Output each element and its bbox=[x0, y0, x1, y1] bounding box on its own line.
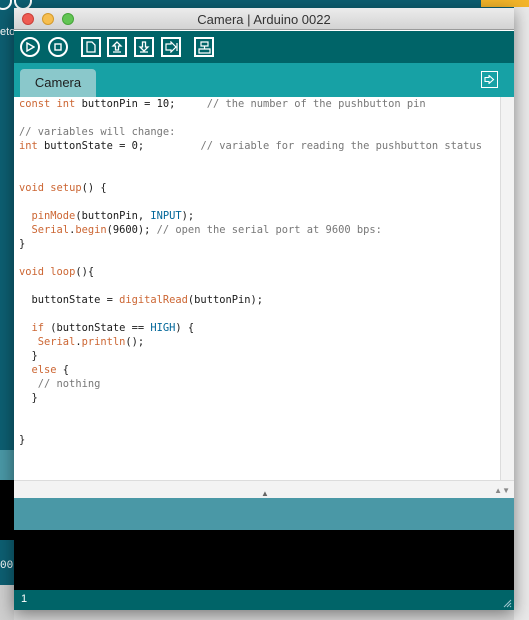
resize-grip-icon[interactable] bbox=[502, 598, 512, 608]
title-bar[interactable]: Camera | Arduino 0022 bbox=[14, 8, 514, 30]
background-status-strip bbox=[0, 450, 14, 480]
code-line: void setup() { bbox=[19, 182, 107, 194]
code-line: Serial.println(); bbox=[37, 336, 145, 348]
vertical-scrollbar[interactable] bbox=[500, 97, 514, 480]
open-upload-icon bbox=[111, 41, 123, 53]
line-number: 1 bbox=[21, 593, 28, 605]
code-line: else { bbox=[31, 364, 70, 376]
code-line: // nothing bbox=[37, 378, 101, 390]
background-grey-strip bbox=[0, 585, 14, 620]
open-button[interactable] bbox=[107, 37, 127, 57]
background-yellow-button bbox=[481, 0, 529, 7]
code-line: } bbox=[19, 238, 26, 250]
stop-button[interactable] bbox=[48, 37, 68, 57]
code-line: } bbox=[19, 350, 38, 362]
code-line: if (buttonState == HIGH) { bbox=[31, 322, 195, 334]
code-line: // variables will change: bbox=[19, 126, 176, 138]
new-button[interactable] bbox=[81, 37, 101, 57]
code-line: pinMode(buttonPin, INPUT); bbox=[31, 210, 195, 222]
code-line: const int buttonPin = 10; // the number … bbox=[19, 98, 426, 110]
status-bar bbox=[14, 498, 514, 530]
background-console-strip bbox=[0, 480, 14, 540]
splitter-handle-icon[interactable]: ▲ bbox=[261, 489, 269, 498]
stop-icon bbox=[54, 43, 62, 51]
save-button[interactable] bbox=[134, 37, 154, 57]
arduino-window: Camera | Arduino 0022 Camera const int b… bbox=[14, 8, 514, 610]
upload-button[interactable] bbox=[161, 37, 181, 57]
tab-bar: Camera bbox=[14, 63, 514, 97]
code-line: } bbox=[19, 392, 38, 404]
scroll-arrows-icon[interactable]: ▲▼ bbox=[494, 486, 510, 495]
toolbar bbox=[14, 31, 514, 63]
code-text: const int buttonPin = 10; // the number … bbox=[14, 97, 500, 447]
code-editor[interactable]: const int buttonPin = 10; // the number … bbox=[14, 97, 500, 480]
tab-camera[interactable]: Camera bbox=[20, 69, 96, 97]
background-number: 00 bbox=[0, 560, 14, 572]
play-icon bbox=[26, 42, 35, 52]
arrow-right-icon bbox=[484, 75, 495, 84]
serial-monitor-button[interactable] bbox=[194, 37, 214, 57]
code-line: } bbox=[19, 434, 26, 446]
code-line: buttonState = digitalRead(buttonPin); bbox=[19, 294, 264, 306]
horizontal-scrollbar[interactable]: ▲ ▲▼ bbox=[14, 480, 514, 498]
serial-monitor-icon bbox=[197, 40, 211, 54]
save-download-icon bbox=[138, 41, 150, 53]
footer-bar: 1 bbox=[14, 590, 514, 610]
code-line: int buttonState = 0; // variable for rea… bbox=[19, 140, 482, 152]
background-right-panel bbox=[514, 0, 529, 620]
code-line: void loop(){ bbox=[19, 266, 95, 278]
background-text: eto bbox=[0, 26, 16, 38]
window-title: Camera | Arduino 0022 bbox=[197, 12, 331, 27]
tab-menu-button[interactable] bbox=[481, 71, 498, 88]
verify-button[interactable] bbox=[20, 37, 40, 57]
console-output[interactable] bbox=[14, 530, 514, 590]
upload-arrow-icon bbox=[164, 41, 178, 53]
code-line: Serial.begin(9600); // open the serial p… bbox=[31, 224, 382, 236]
new-file-icon bbox=[86, 41, 96, 53]
